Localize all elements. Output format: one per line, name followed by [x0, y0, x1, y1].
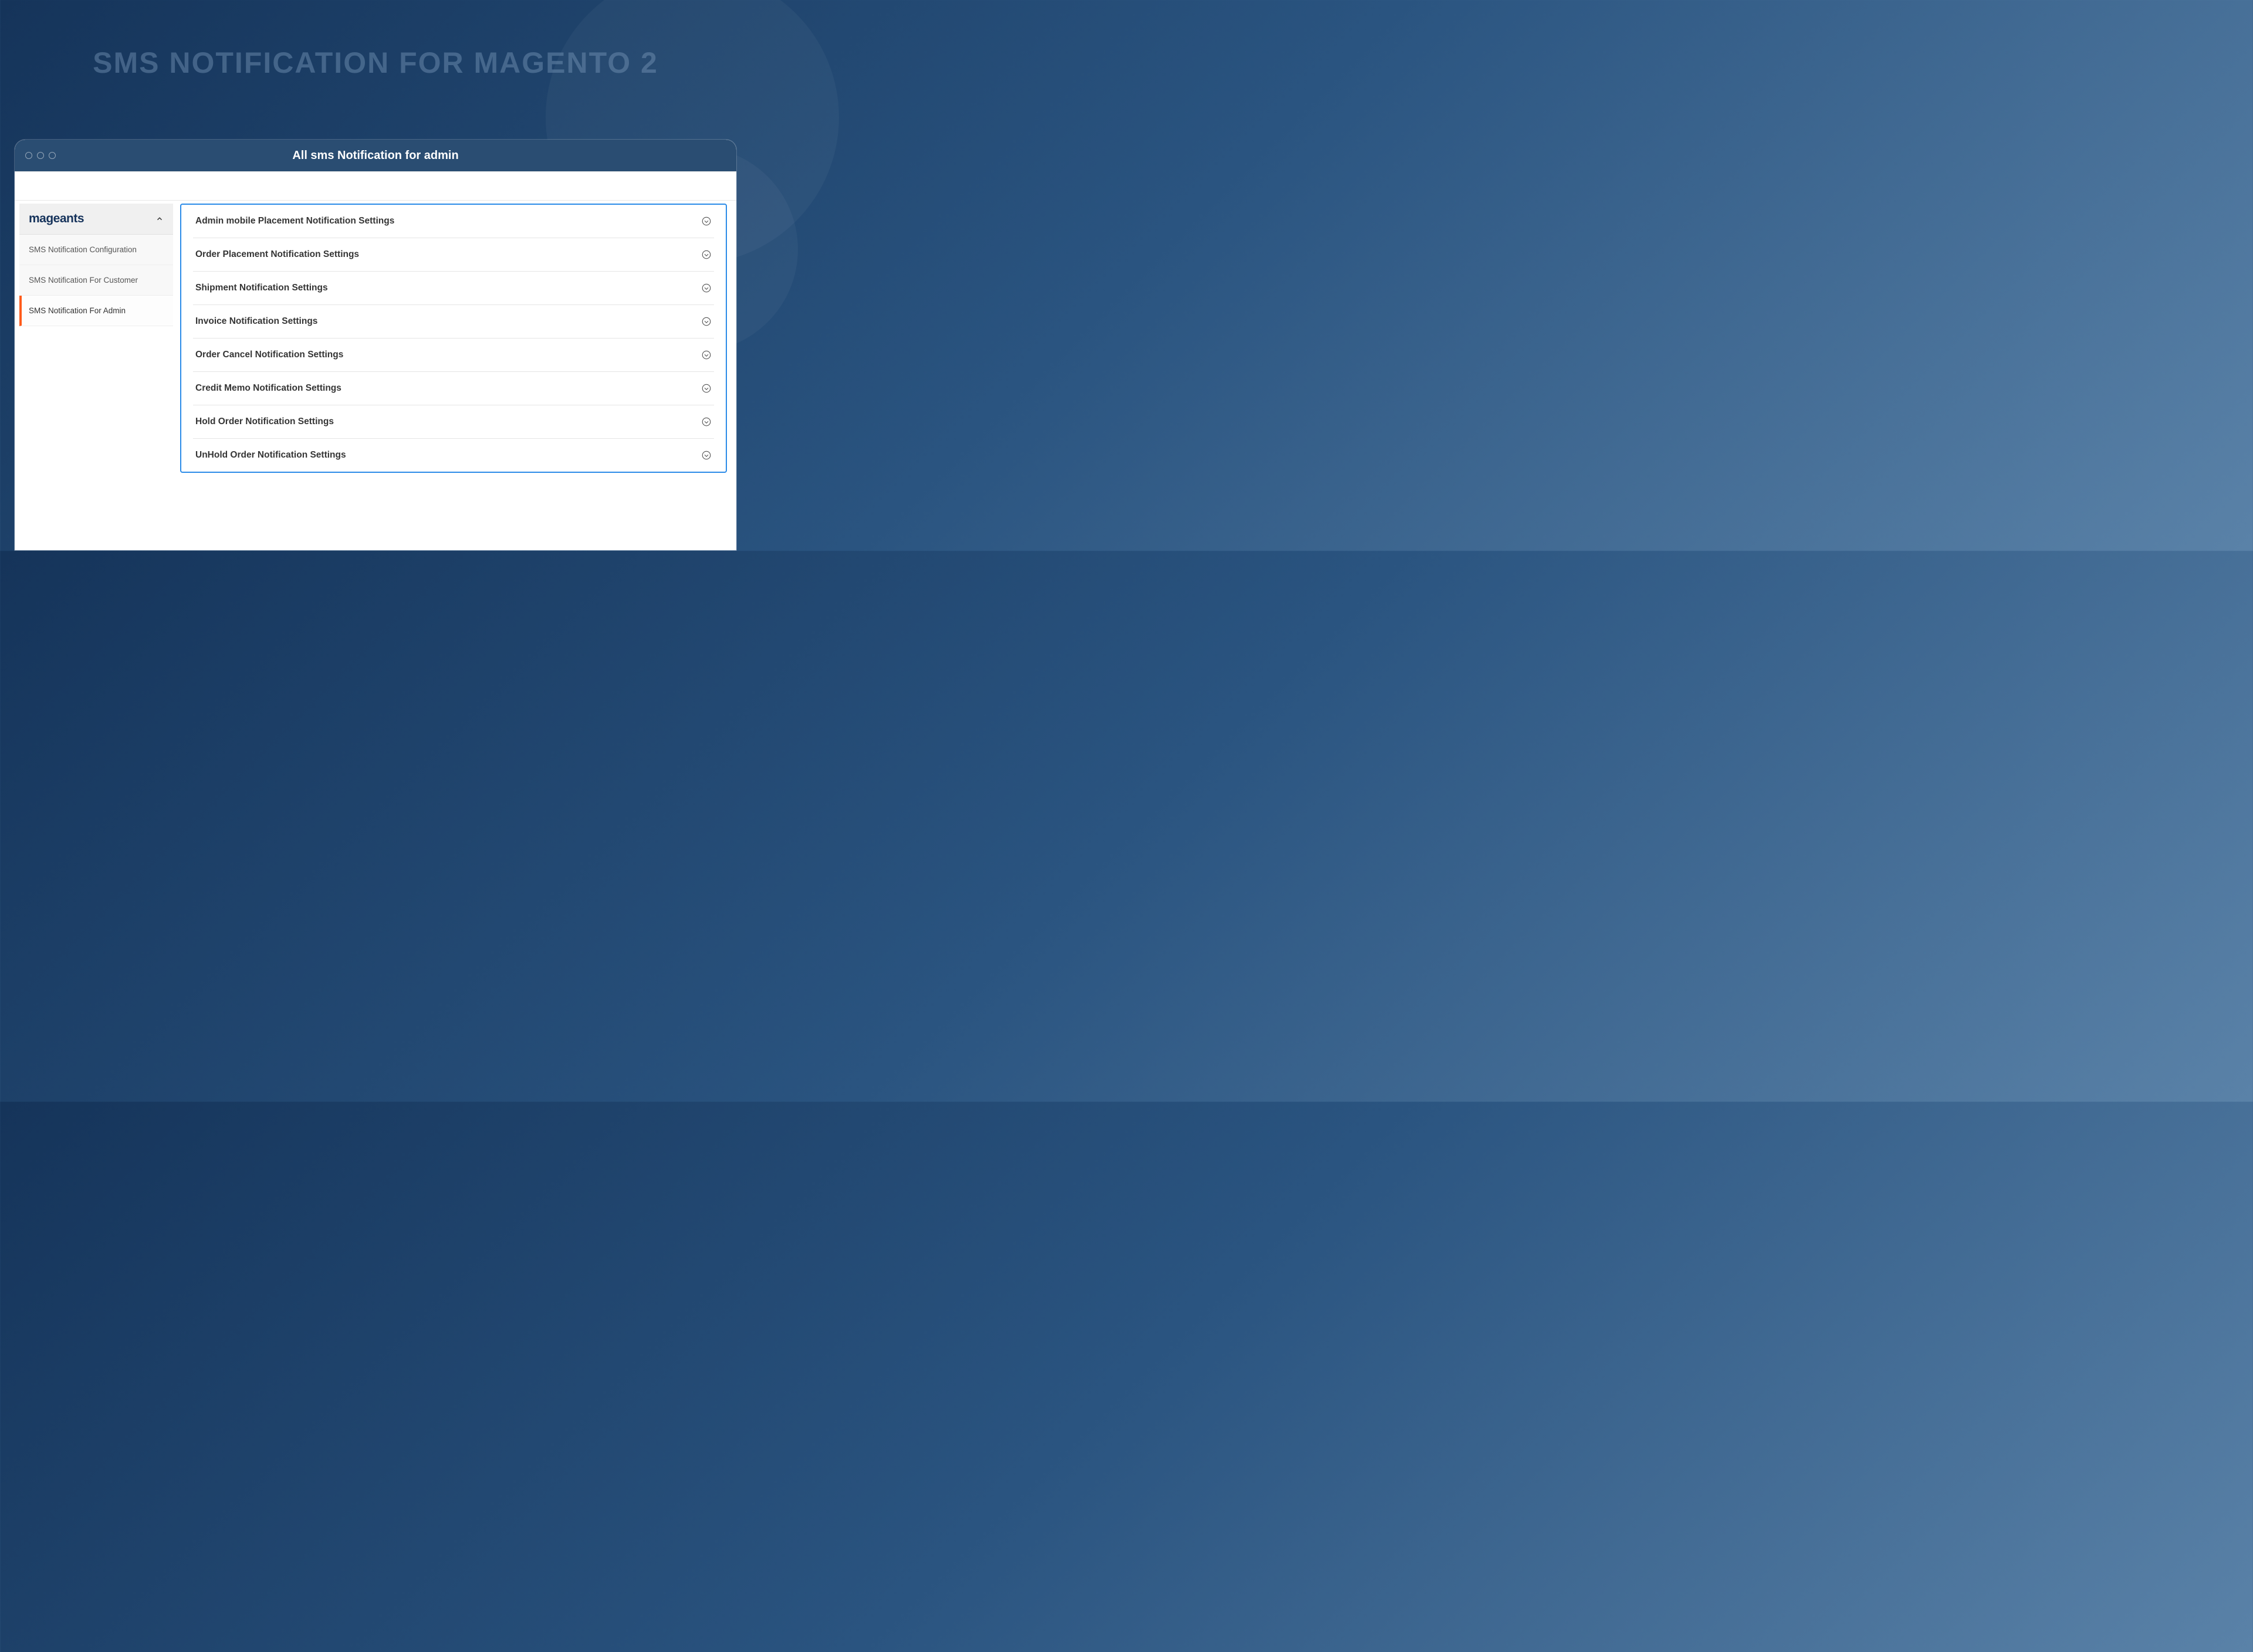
- expand-down-icon: [701, 417, 712, 427]
- browser-header: All sms Notification for admin: [15, 140, 736, 171]
- browser-title: All sms Notification for admin: [15, 149, 736, 163]
- chevron-up-icon: [155, 215, 164, 223]
- sidebar: mageants SMS Notification Configuration …: [19, 204, 173, 473]
- setting-label: UnHold Order Notification Settings: [195, 450, 346, 461]
- expand-down-icon: [701, 249, 712, 260]
- browser-window: All sms Notification for admin mageants …: [15, 140, 736, 550]
- sidebar-item-customer[interactable]: SMS Notification For Customer: [19, 265, 173, 296]
- setting-label: Shipment Notification Settings: [195, 283, 328, 293]
- sidebar-header[interactable]: mageants: [19, 204, 173, 235]
- expand-down-icon: [701, 316, 712, 327]
- expand-down-icon: [701, 350, 712, 360]
- browser-content: mageants SMS Notification Configuration …: [15, 171, 736, 550]
- setting-hold-order[interactable]: Hold Order Notification Settings: [193, 405, 714, 439]
- hero-title: SMS NOTIFICATION FOR MAGENTO 2: [0, 46, 751, 80]
- sidebar-items: SMS Notification Configuration SMS Notif…: [19, 235, 173, 326]
- settings-panel: Admin mobile Placement Notification Sett…: [180, 204, 727, 473]
- setting-label: Admin mobile Placement Notification Sett…: [195, 216, 394, 226]
- expand-down-icon: [701, 283, 712, 293]
- setting-order-placement[interactable]: Order Placement Notification Settings: [193, 238, 714, 272]
- setting-label: Hold Order Notification Settings: [195, 417, 334, 427]
- expand-down-icon: [701, 383, 712, 394]
- sidebar-logo: mageants: [29, 212, 84, 226]
- setting-label: Credit Memo Notification Settings: [195, 383, 341, 394]
- setting-shipment[interactable]: Shipment Notification Settings: [193, 272, 714, 305]
- setting-label: Order Cancel Notification Settings: [195, 350, 343, 360]
- sidebar-item-admin[interactable]: SMS Notification For Admin: [19, 296, 173, 326]
- setting-credit-memo[interactable]: Credit Memo Notification Settings: [193, 372, 714, 405]
- sidebar-item-config[interactable]: SMS Notification Configuration: [19, 235, 173, 265]
- setting-admin-mobile-placement[interactable]: Admin mobile Placement Notification Sett…: [193, 205, 714, 238]
- setting-label: Invoice Notification Settings: [195, 316, 317, 327]
- setting-label: Order Placement Notification Settings: [195, 249, 359, 260]
- expand-down-icon: [701, 450, 712, 461]
- expand-down-icon: [701, 216, 712, 226]
- setting-order-cancel[interactable]: Order Cancel Notification Settings: [193, 338, 714, 372]
- setting-unhold-order[interactable]: UnHold Order Notification Settings: [193, 439, 714, 472]
- setting-invoice[interactable]: Invoice Notification Settings: [193, 305, 714, 338]
